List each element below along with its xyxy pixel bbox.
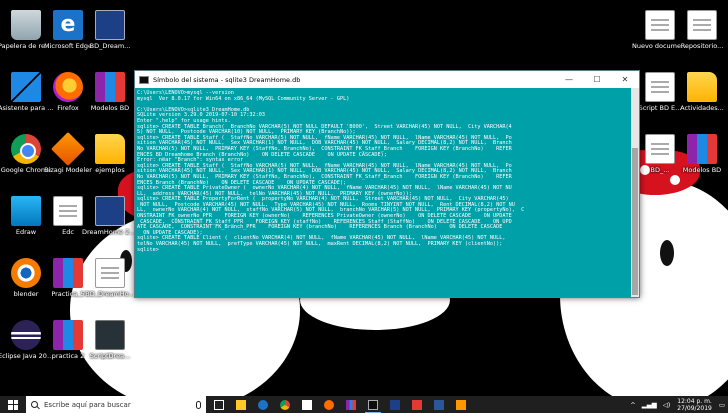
taskbar-app-button[interactable] — [406, 396, 428, 413]
document-icon — [53, 196, 83, 226]
taskbar-cmd-button[interactable] — [362, 396, 384, 413]
start-button[interactable] — [0, 396, 26, 413]
task-view-icon — [214, 399, 224, 410]
desktop-icon-dreamhome-2019[interactable]: DreamHome 2019 — [82, 196, 138, 236]
taskbar-chrome-button[interactable] — [274, 396, 296, 413]
desktop-icon-bd-dreamho[interactable]: BD_DreamHo... — [82, 258, 138, 298]
task-view-button[interactable] — [208, 396, 230, 413]
desktop-icon-scriptdrea[interactable]: ScriptDrea... — [82, 320, 138, 360]
bizagi-icon — [51, 132, 85, 166]
document-icon — [645, 72, 675, 102]
system-tray: ^ ▂▄▆ ◁) 12:04 p. m. 27/09/2019 ▭ — [627, 396, 728, 413]
winrar-icon — [95, 72, 125, 102]
desktop-icon-label: Actividades... — [680, 104, 724, 112]
console-line: sqlite> — [137, 246, 159, 253]
maximize-button[interactable]: ☐ — [583, 71, 611, 88]
word-icon — [434, 399, 444, 410]
firefox-icon — [324, 399, 334, 410]
taskbar-word-button[interactable] — [428, 396, 450, 413]
desktop-icon-actividades[interactable]: Actividades... — [674, 72, 728, 112]
taskbar-store-button[interactable] — [296, 396, 318, 413]
winrar-icon — [346, 399, 356, 410]
taskbar: Escribe aquí para buscar ^ ▂▄▆ ◁) 12:04 … — [0, 396, 728, 413]
microphone-icon[interactable] — [196, 400, 201, 409]
app-icon — [456, 399, 466, 410]
windows-icon — [11, 72, 41, 102]
edge-icon: e — [53, 10, 83, 40]
desktop-icon-bd-dream[interactable]: BD_Dream... — [82, 10, 138, 50]
folder-icon — [236, 399, 246, 410]
taskbar-app-button[interactable] — [450, 396, 472, 413]
chrome-icon — [280, 399, 290, 410]
winrar-icon — [53, 320, 83, 350]
wallpaper-eye — [660, 240, 674, 266]
edraw-icon — [11, 196, 41, 226]
window-title: Símbolo del sistema - sqlite3 DreamHome.… — [153, 75, 301, 84]
desktop-icon-label: Modelos BD — [90, 104, 130, 112]
blender-icon — [11, 258, 41, 288]
console-app-icon — [139, 75, 149, 84]
firefox-icon — [53, 72, 83, 102]
desktop-icon-modelos-bd[interactable]: Modelos BD — [82, 72, 138, 112]
taskbar-explorer-button[interactable] — [230, 396, 252, 413]
desktop-icon-ejemplos[interactable]: ejemplos — [82, 134, 138, 174]
folder-icon — [687, 72, 717, 102]
clock-time: 12:04 p. m. — [677, 397, 712, 405]
close-button[interactable]: ✕ — [611, 71, 639, 88]
notifications-icon[interactable]: ▭ — [719, 401, 725, 409]
app-icon — [390, 399, 400, 410]
recycle-bin-icon — [11, 10, 41, 40]
network-icon[interactable]: ▂▄▆ — [642, 401, 657, 409]
wallpaper-dot — [670, 175, 680, 185]
folder-icon — [95, 134, 125, 164]
taskbar-search-box[interactable]: Escribe aquí para buscar — [26, 396, 206, 413]
desktop-icon-modelos-bd-right[interactable]: Modelos BD — [674, 134, 728, 174]
desktop-icon-repositorio[interactable]: Repositorio... — [674, 10, 728, 50]
desktop-icon-label: BD_Dream... — [89, 42, 131, 50]
chrome-icon — [11, 134, 41, 164]
window-titlebar[interactable]: Símbolo del sistema - sqlite3 DreamHome.… — [135, 71, 639, 88]
app-icon — [412, 399, 422, 410]
winrar-icon — [53, 258, 83, 288]
volume-icon[interactable]: ◁) — [663, 401, 671, 409]
console-output[interactable]: C:\Users\LENOVO>mysql --version mysql Ver… — [135, 88, 631, 297]
edge-icon — [258, 399, 268, 410]
desktop-icon-label: Modelos BD — [682, 166, 722, 174]
search-icon — [31, 401, 38, 408]
scrollbar-thumb[interactable] — [632, 148, 638, 295]
console-scrollbar[interactable] — [631, 88, 639, 297]
clock[interactable]: 12:04 p. m. 27/09/2019 — [677, 398, 712, 412]
desktop-icon-label: DreamHome 2019 — [82, 228, 138, 236]
search-placeholder: Escribe aquí para buscar — [44, 400, 131, 409]
windows-logo-icon — [8, 399, 18, 410]
winrar-icon — [687, 134, 717, 164]
clock-date: 27/09/2019 — [677, 404, 712, 412]
taskbar-winrar-button[interactable] — [340, 396, 362, 413]
taskbar-firefox-button[interactable] — [318, 396, 340, 413]
script-icon — [95, 320, 125, 350]
taskbar-app-button[interactable] — [384, 396, 406, 413]
shortcut-icon — [95, 196, 125, 226]
document-icon — [95, 258, 125, 288]
command-prompt-window[interactable]: Símbolo del sistema - sqlite3 DreamHome.… — [134, 70, 640, 298]
eclipse-icon — [11, 320, 41, 350]
store-icon — [302, 399, 312, 410]
console-icon — [368, 399, 378, 410]
show-hidden-icons-icon[interactable]: ^ — [630, 401, 635, 409]
shortcut-icon — [95, 10, 125, 40]
taskbar-edge-button[interactable] — [252, 396, 274, 413]
desktop-icon-label: ScriptDrea... — [89, 352, 131, 360]
minimize-button[interactable]: — — [555, 71, 583, 88]
desktop-icon-label: ejemplos — [95, 166, 125, 174]
document-icon — [645, 10, 675, 40]
document-icon — [687, 10, 717, 40]
document-icon — [645, 134, 675, 164]
desktop-icon-label: Repositorio... — [680, 42, 724, 50]
desktop-icon-label: BD_DreamHo... — [85, 290, 135, 298]
